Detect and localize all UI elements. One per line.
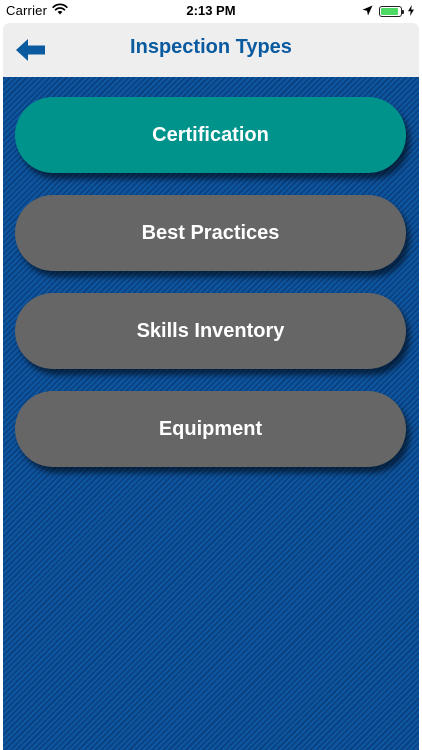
- charging-bolt-icon: [408, 4, 414, 19]
- battery-icon: [379, 6, 404, 17]
- button-label: Best Practices: [141, 221, 280, 244]
- content-panel: Certification Best Practices Skills Inve…: [3, 77, 419, 750]
- equipment-button[interactable]: Equipment: [15, 391, 406, 467]
- certification-button[interactable]: Certification: [15, 97, 406, 173]
- nav-bar: Inspection Types: [3, 23, 419, 77]
- battery-fill: [381, 8, 399, 15]
- app-screen: Carrier 2:13 PM Inspection Types Certifi…: [0, 0, 422, 750]
- app-frame: Inspection Types Certification Best Prac…: [3, 23, 419, 750]
- location-arrow-icon: [362, 4, 373, 19]
- status-time: 2:13 PM: [186, 3, 236, 18]
- page-title: Inspection Types: [130, 36, 292, 58]
- button-label: Equipment: [158, 417, 263, 440]
- battery-cap: [402, 10, 404, 14]
- button-label: Certification: [152, 123, 269, 146]
- button-label: Skills Inventory: [136, 319, 285, 342]
- best-practices-button[interactable]: Best Practices: [15, 195, 406, 271]
- status-bar: Carrier 2:13 PM: [0, 0, 422, 22]
- skills-inventory-button[interactable]: Skills Inventory: [15, 293, 406, 369]
- status-right: [362, 4, 414, 19]
